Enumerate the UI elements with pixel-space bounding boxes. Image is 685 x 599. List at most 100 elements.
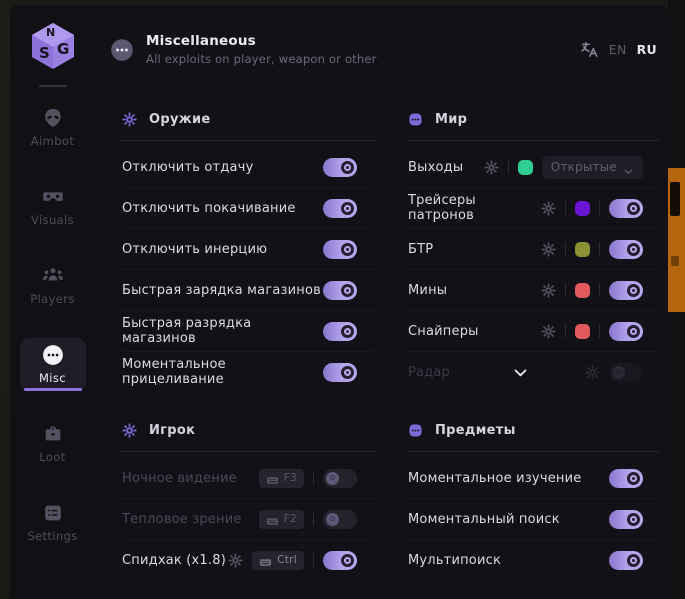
sidebar-item-label: Settings xyxy=(27,529,77,543)
section-weapon: ОружиеОтключить отдачуОтключить покачива… xyxy=(122,110,374,392)
instant-study-toggle[interactable] xyxy=(609,469,643,488)
row-label: Моментальное изучение xyxy=(408,471,581,486)
row-label: Ночное видение xyxy=(122,471,237,486)
night-vision-toggle[interactable] xyxy=(323,469,357,488)
row-label: Моментальный поиск xyxy=(408,512,560,527)
toggle-knob xyxy=(341,284,354,297)
svg-text:S: S xyxy=(39,44,50,62)
row-label: Быстрая разрядка магазинов xyxy=(122,316,323,346)
keybind-value: Ctrl xyxy=(277,554,297,566)
control-separator xyxy=(313,553,314,567)
row-no-recoil: Отключить отдачу xyxy=(122,147,374,187)
radar-expand-icon[interactable] xyxy=(512,364,529,381)
sidebar-item-label: Players xyxy=(30,292,75,306)
toggle-knob xyxy=(627,202,640,215)
alien-icon xyxy=(42,107,64,129)
instant-ads-toggle[interactable] xyxy=(323,363,357,382)
row-multi-search: Мультипоиск xyxy=(408,539,660,580)
btr-color-swatch[interactable] xyxy=(575,242,590,257)
section-divider xyxy=(408,451,660,452)
dots-square-icon xyxy=(408,423,423,438)
section-items: Предметы Моментальное изучение Моментальны… xyxy=(408,421,660,580)
sidebar-item-players[interactable]: Players xyxy=(20,259,86,312)
section-title: Предметы xyxy=(435,423,516,438)
speedhack-toggle[interactable] xyxy=(323,551,357,570)
toggle-knob xyxy=(341,243,354,256)
fast-magazine-load-toggle[interactable] xyxy=(323,281,357,300)
no-recoil-toggle[interactable] xyxy=(323,158,357,177)
no-inertia-toggle[interactable] xyxy=(323,240,357,259)
multi-search-toggle[interactable] xyxy=(609,551,643,570)
sidebar-item-settings[interactable]: Settings xyxy=(20,496,86,549)
svg-text:G: G xyxy=(57,40,69,58)
bullet-tracers-color-swatch[interactable] xyxy=(575,201,590,216)
bullet-tracers-toggle[interactable] xyxy=(609,199,643,218)
sidebar-item-loot[interactable]: Loot xyxy=(20,417,86,470)
toggle-knob xyxy=(627,472,640,485)
row-controls xyxy=(541,281,643,300)
toggle-knob xyxy=(341,161,354,174)
snipers-settings-icon[interactable] xyxy=(541,324,556,339)
section-player: ИгрокНочное видениеF3Тепловое зрениеF2Сп… xyxy=(122,421,374,580)
main-panel: Miscellaneous All exploits on player, we… xyxy=(95,5,668,599)
keyboard-icon xyxy=(266,513,279,526)
sg-cube-logo: S G N xyxy=(27,20,79,72)
speedhack-keybind[interactable]: Ctrl xyxy=(252,551,304,570)
thermal-vision-toggle[interactable] xyxy=(323,510,357,529)
row-night-vision: Ночное видение F3 xyxy=(122,458,374,498)
sidebar-item-label: Loot xyxy=(39,450,65,464)
fast-magazine-unload-toggle[interactable] xyxy=(323,322,357,341)
page-titles: Miscellaneous All exploits on player, we… xyxy=(146,33,377,66)
sidebar-item-misc[interactable]: Misc xyxy=(20,338,86,391)
mines-settings-icon[interactable] xyxy=(541,283,556,298)
toggle-knob xyxy=(326,472,339,485)
row-label: Выходы xyxy=(408,160,463,175)
row-no-inertia: Отключить инерцию xyxy=(122,228,374,269)
no-sway-toggle[interactable] xyxy=(323,199,357,218)
section-rows: Ночное видениеF3Тепловое зрениеF2Спидхак… xyxy=(122,458,374,580)
row-controls: F2 xyxy=(259,510,357,529)
dots-square-icon xyxy=(408,112,423,127)
btr-toggle[interactable] xyxy=(609,240,643,259)
radar-toggle[interactable] xyxy=(609,363,643,382)
snipers-color-swatch[interactable] xyxy=(575,324,590,339)
instant-search-toggle[interactable] xyxy=(609,510,643,529)
toggle-knob xyxy=(627,513,640,526)
row-controls xyxy=(323,199,357,218)
section-world: МирВыходыОткрытыеТрейсеры патроновБТРМин… xyxy=(408,110,660,392)
control-separator xyxy=(313,512,314,526)
bullet-tracers-settings-icon[interactable] xyxy=(541,201,556,216)
exits-settings-icon[interactable] xyxy=(484,160,499,175)
row-controls xyxy=(609,469,643,488)
toggle-knob xyxy=(627,243,640,256)
thermal-vision-keybind[interactable]: F2 xyxy=(259,510,304,529)
misc-page-icon xyxy=(110,38,134,62)
mines-color-swatch[interactable] xyxy=(575,283,590,298)
section-divider xyxy=(122,451,374,452)
row-label: Спидхак (x1.8) xyxy=(122,553,226,568)
sidebar-item-aimbot[interactable]: Aimbot xyxy=(20,101,86,154)
radar-settings-icon[interactable] xyxy=(585,365,600,380)
mines-toggle[interactable] xyxy=(609,281,643,300)
toggle-knob xyxy=(341,366,354,379)
exits-color-swatch[interactable] xyxy=(518,160,533,175)
sidebar-item-visuals[interactable]: Visuals xyxy=(20,180,86,233)
lang-en-button[interactable]: EN xyxy=(609,42,627,57)
night-vision-keybind[interactable]: F3 xyxy=(259,469,304,488)
svg-text:N: N xyxy=(46,26,55,39)
translate-icon xyxy=(580,40,599,59)
snipers-toggle[interactable] xyxy=(609,322,643,341)
lang-ru-button[interactable]: RU xyxy=(637,42,657,57)
vr-goggles-icon xyxy=(42,186,64,208)
control-separator xyxy=(599,242,600,256)
control-separator xyxy=(565,283,566,297)
row-label: БТР xyxy=(408,242,433,257)
speedhack-settings-icon[interactable] xyxy=(228,553,243,568)
btr-settings-icon[interactable] xyxy=(541,242,556,257)
game-background-glyph xyxy=(670,182,680,216)
row-controls xyxy=(541,199,643,218)
row-controls xyxy=(323,240,357,259)
exits-dropdown[interactable]: Открытые xyxy=(542,156,643,179)
settings-list-icon xyxy=(42,502,64,524)
section-header-player: Игрок xyxy=(122,421,374,439)
